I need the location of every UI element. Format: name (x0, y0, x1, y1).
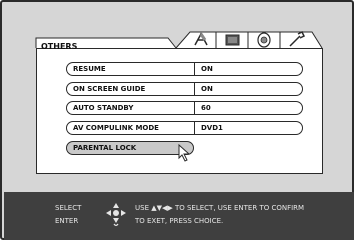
row-divider (194, 83, 195, 95)
help-line-2: TO EXET, PRESS CHOICE. (135, 217, 224, 225)
menu-row-on-screen-guide[interactable]: ON SCREEN GUIDE ON (66, 82, 303, 96)
row-divider (194, 63, 195, 75)
audio-tab-icon[interactable] (247, 31, 281, 48)
menu-row-value: 60 (201, 104, 211, 112)
dpad-icon (106, 203, 126, 227)
menu-row-label: AV COMPULINK MODE (73, 124, 159, 132)
settings-tab-icon[interactable] (279, 30, 323, 49)
footer-keys: SELECT ENTER (55, 202, 81, 228)
footer-help-text: USE ▲▼◀▶ TO SELECT, USE ENTER TO CONFIRM… (135, 202, 304, 228)
menu-row-av-compulink-mode[interactable]: AV COMPULINK MODE DVD1 (66, 121, 303, 135)
picture-tab-icon[interactable] (175, 31, 217, 49)
menu-row-parental-lock[interactable]: PARENTAL LOCK (66, 141, 194, 155)
menu-row-value: ON (201, 85, 213, 93)
menu-row-label: ON SCREEN GUIDE (73, 85, 146, 93)
help-line-1: USE ▲▼◀▶ TO SELECT, USE ENTER TO CONFIRM (135, 204, 305, 212)
osd-screen: OTHERS RESUME ON ON SCREEN GUIDE ON AUTO… (0, 0, 354, 240)
video-tab-icon[interactable] (215, 31, 249, 48)
menu-row-auto-standby[interactable]: AUTO STANDBY 60 (66, 101, 303, 115)
menu-row-label: RESUME (73, 65, 106, 73)
enter-key-label: ENTER (55, 217, 79, 225)
help-footer: SELECT ENTER USE ▲▼◀▶ TO SELECT, USE ENT… (4, 192, 354, 240)
menu-row-value: DVD1 (201, 124, 223, 132)
menu-row-resume[interactable]: RESUME ON (66, 62, 303, 76)
menu-row-value: ON (201, 65, 213, 73)
select-key-label: SELECT (55, 204, 82, 212)
menu-row-label: AUTO STANDBY (73, 104, 134, 112)
row-divider (194, 122, 195, 134)
row-divider (194, 102, 195, 114)
menu-row-label: PARENTAL LOCK (73, 144, 137, 152)
panel-title: OTHERS (41, 42, 78, 51)
pointer-cursor-icon (178, 143, 191, 162)
